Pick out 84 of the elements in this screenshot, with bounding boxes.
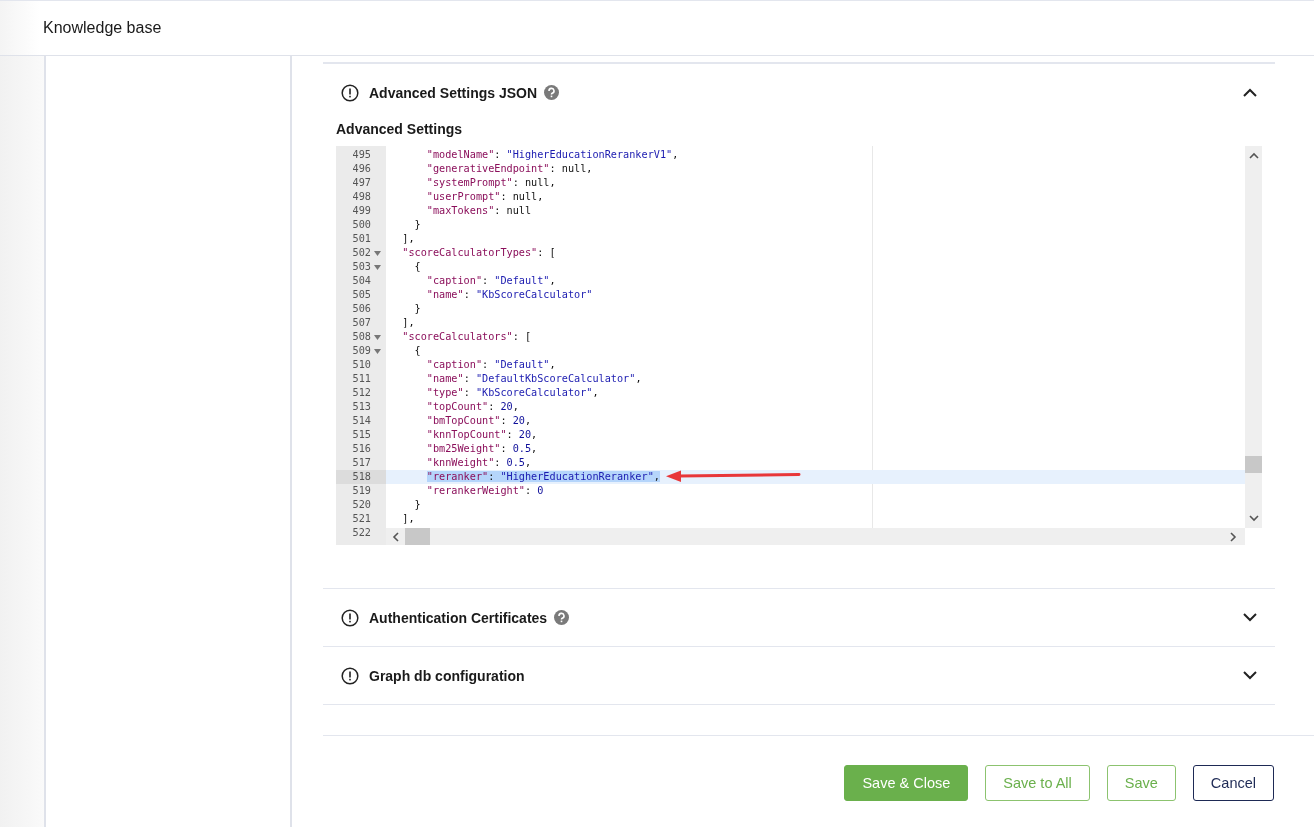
line-number: 511: [352, 372, 371, 386]
line-number: 499: [352, 204, 371, 218]
line-number: 506: [352, 302, 371, 316]
code-line: "scoreCalculators": [: [402, 331, 532, 342]
section-header[interactable]: Graph db configuration: [323, 647, 1275, 704]
code-line: "topCount": 20,: [426, 401, 519, 412]
line-number: 509: [352, 344, 371, 358]
line-number: 497: [352, 176, 371, 190]
code-line: "knnTopCount": 20,: [426, 429, 538, 440]
scroll-right-icon: [1230, 531, 1237, 542]
vertical-scrollbar[interactable]: [1245, 146, 1262, 528]
help-icon: [554, 610, 570, 625]
line-number: 522: [352, 526, 371, 540]
fold-arrow-icon: [374, 264, 381, 270]
warning-icon: [341, 608, 359, 627]
section-title: Authentication Certificates: [369, 609, 548, 626]
code-line: "scoreCalculatorTypes": [: [402, 247, 556, 258]
code-line: }: [414, 303, 421, 314]
line-number: 514: [352, 414, 371, 428]
section-header[interactable]: Advanced Settings JSON: [323, 64, 1275, 121]
fold-arrow-icon: [374, 334, 381, 340]
line-number: 504: [352, 274, 371, 288]
scroll-thumb[interactable]: [405, 528, 430, 545]
expand-chevron-icon: [1243, 671, 1257, 680]
code-line: "modelName": "HigherEducationRerankerV1",: [426, 149, 679, 160]
horizontal-scrollbar[interactable]: [386, 528, 1245, 545]
code-line: ],: [402, 233, 415, 244]
scroll-up-icon: [1248, 152, 1259, 159]
scroll-thumb[interactable]: [1245, 456, 1262, 473]
code-line: "rerankerWeight": 0: [426, 485, 544, 496]
collapse-chevron-icon: [1243, 88, 1257, 97]
line-number: 521: [352, 512, 371, 526]
code-line: ],: [402, 513, 415, 524]
code-line: "name": "KbScoreCalculator": [426, 289, 593, 300]
code-line: "caption": "Default",: [426, 359, 556, 370]
action-button[interactable]: Cancel: [1192, 765, 1274, 801]
code-line: "bmTopCount": 20,: [426, 415, 532, 426]
code-line: }: [414, 499, 421, 510]
line-number: 501: [352, 232, 371, 246]
line-number: 498: [352, 190, 371, 204]
code-line: "knnWeight": 0.5,: [426, 457, 532, 468]
section-title: Advanced Settings JSON: [369, 84, 538, 101]
line-number: 510: [352, 358, 371, 372]
line-number: 519: [352, 484, 371, 498]
code-line: "caption": "Default",: [426, 275, 556, 286]
code-line: "maxTokens": null: [426, 205, 532, 216]
warning-icon: [341, 83, 359, 102]
line-number: 496: [352, 162, 371, 176]
fold-arrow-icon: [374, 348, 381, 354]
line-number: 513: [352, 400, 371, 414]
code-line: }: [414, 219, 421, 230]
field-label: Advanced Settings: [336, 121, 464, 137]
line-number: 508: [352, 330, 371, 344]
line-number: 518: [352, 470, 371, 484]
fold-arrow-icon: [374, 250, 381, 256]
line-number: 500: [352, 218, 371, 232]
code-line: "userPrompt": null,: [426, 191, 544, 202]
section-title: Graph db configuration: [369, 667, 525, 684]
line-number: 512: [352, 386, 371, 400]
expand-chevron-icon: [1243, 613, 1257, 622]
line-number: 502: [352, 246, 371, 260]
code-line: "generativeEndpoint": null,: [426, 163, 593, 174]
warning-icon: [341, 666, 359, 685]
code-editor[interactable]: [336, 146, 1262, 546]
code-line: "type": "KbScoreCalculator",: [426, 387, 599, 398]
code-line: {: [414, 261, 421, 272]
line-number: 503: [352, 260, 371, 274]
help-icon: [544, 85, 560, 100]
code-line: "systemPrompt": null,: [426, 177, 556, 188]
scroll-left-icon: [392, 531, 399, 542]
line-number: 507: [352, 316, 371, 330]
line-number: 520: [352, 498, 371, 512]
scroll-down-icon: [1248, 515, 1259, 522]
code-line: ],: [402, 317, 415, 328]
line-number: 505: [352, 288, 371, 302]
page-title: Knowledge base: [43, 19, 162, 37]
line-number: 515: [352, 428, 371, 442]
code-line: "bm25Weight": 0.5,: [426, 443, 538, 454]
line-number: 516: [352, 442, 371, 456]
line-number: 495: [352, 148, 371, 162]
code-line: {: [414, 345, 421, 356]
section-header[interactable]: Authentication Certificates: [323, 589, 1275, 646]
code-line: "name": "DefaultKbScoreCalculator",: [426, 373, 642, 384]
line-number: 517: [352, 456, 371, 470]
